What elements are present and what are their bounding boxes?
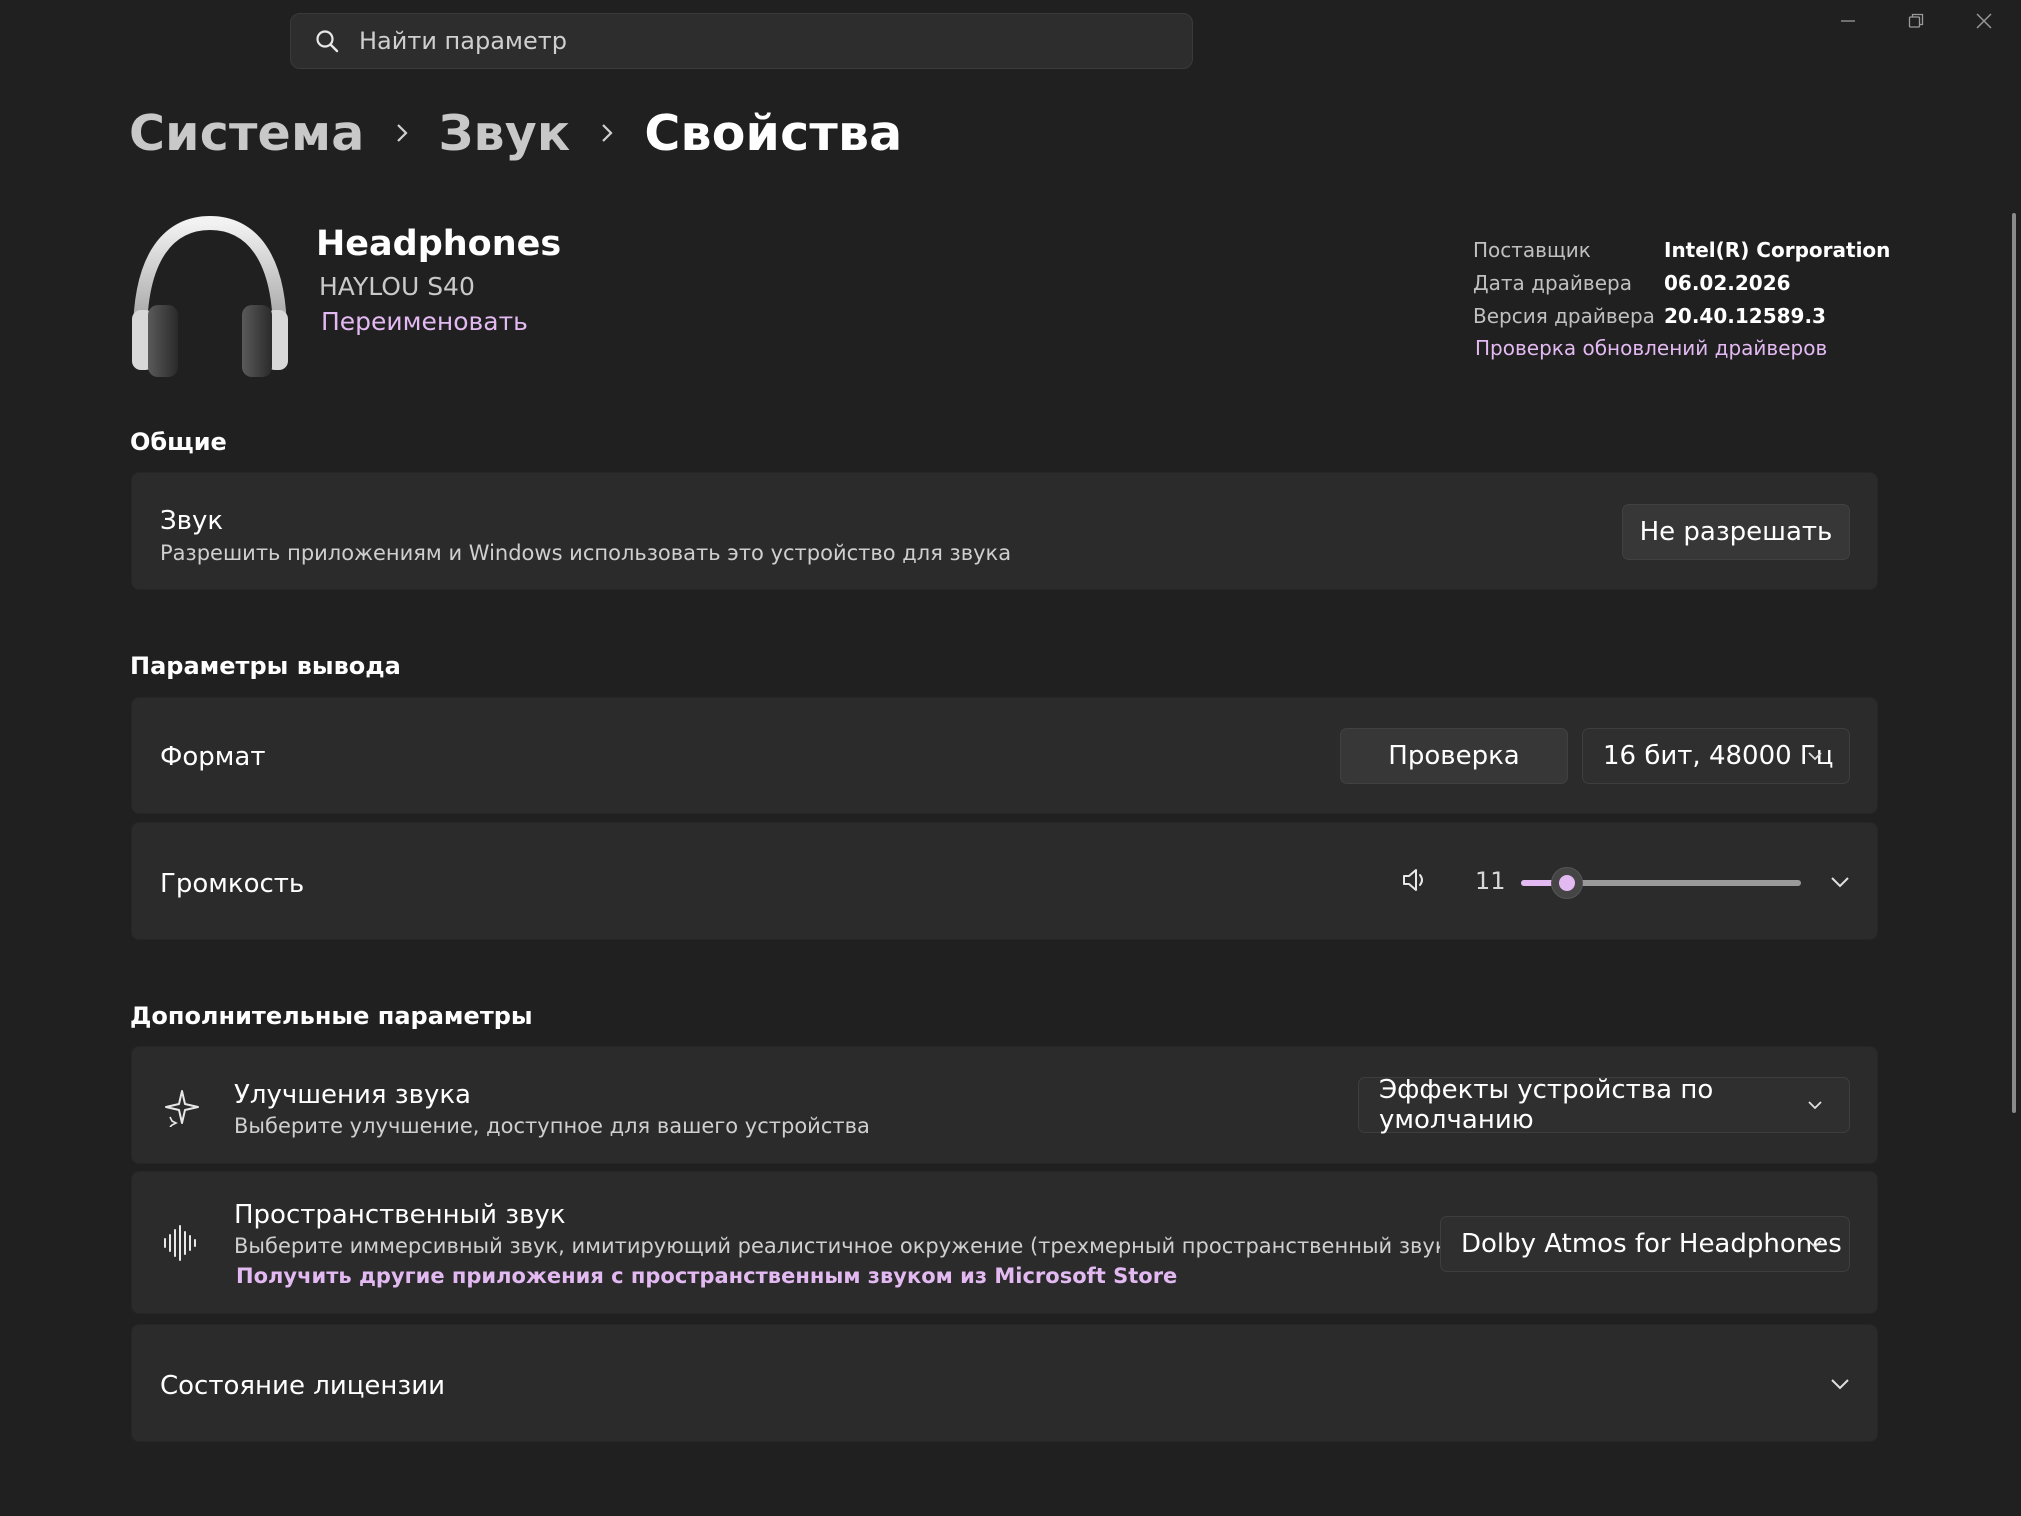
chevron-down-icon[interactable] [1824, 1368, 1856, 1400]
device-model: HAYLOU S40 [319, 272, 475, 301]
sound-access-title: Звук [160, 506, 224, 536]
sparkle-icon [162, 1087, 202, 1131]
minimize-icon [1840, 13, 1856, 33]
sound-access-description: Разрешить приложениям и Windows использо… [160, 541, 1012, 565]
search-input[interactable]: Найти параметр [359, 27, 567, 55]
driver-value: 06.02.2026 [1664, 270, 1791, 295]
page-title: Свойства [644, 104, 903, 162]
format-title: Формат [160, 742, 266, 772]
spatial-sound-dropdown[interactable]: Dolby Atmos for Headphones [1440, 1216, 1850, 1272]
spatial-sound-description: Выберите иммерсивный звук, имитирующий р… [234, 1234, 1456, 1258]
enhancements-title: Улучшения звука [234, 1080, 471, 1110]
restore-button[interactable] [1886, 8, 1946, 38]
section-title-advanced: Дополнительные параметры [130, 1002, 533, 1030]
volume-slider-thumb[interactable] [1551, 867, 1583, 899]
scrollbar[interactable] [2012, 213, 2016, 1113]
license-status-card[interactable]: Состояние лицензии [131, 1324, 1878, 1442]
disallow-button[interactable]: Не разрешать [1622, 504, 1850, 560]
spatial-sound-card: Пространственный звук Выберите иммерсивн… [131, 1171, 1878, 1314]
device-name: Headphones [316, 224, 562, 264]
enhancements-description: Выберите улучшение, доступное для вашего… [234, 1114, 870, 1138]
test-button[interactable]: Проверка [1340, 728, 1568, 784]
chevron-down-icon[interactable] [1824, 866, 1856, 898]
driver-row-vendor: Поставщик Intel(R) Corporation [1473, 233, 1890, 266]
spatial-sound-dropdown-value: Dolby Atmos for Headphones [1461, 1229, 1842, 1259]
close-button[interactable] [1954, 8, 2014, 38]
section-title-general: Общие [130, 428, 227, 456]
chevron-right-icon [365, 122, 439, 144]
volume-value: 11 [1475, 867, 1506, 895]
breadcrumb-system[interactable]: Система [129, 105, 365, 162]
chevron-down-icon [1805, 746, 1825, 766]
volume-title: Громкость [160, 869, 305, 899]
section-title-output: Параметры вывода [130, 652, 401, 680]
format-dropdown[interactable]: 16 бит, 48000 Гц [1582, 728, 1850, 784]
enhancements-dropdown[interactable]: Эффекты устройства по умолчанию [1358, 1075, 1850, 1135]
minimize-button[interactable] [1818, 8, 1878, 38]
search-box[interactable]: Найти параметр [290, 13, 1193, 69]
chevron-down-icon [1805, 1234, 1825, 1254]
license-status-title: Состояние лицензии [160, 1371, 446, 1401]
format-dropdown-value: 16 бит, 48000 Гц [1603, 741, 1834, 771]
driver-row-date: Дата драйвера 06.02.2026 [1473, 266, 1890, 299]
check-driver-updates-link[interactable]: Проверка обновлений драйверов [1475, 336, 1890, 360]
rename-link[interactable]: Переименовать [321, 307, 528, 336]
speaker-icon[interactable] [1400, 865, 1430, 899]
chevron-down-icon [1805, 1095, 1825, 1115]
sound-access-card: Звук Разрешить приложениям и Windows исп… [131, 472, 1878, 590]
chevron-right-icon [570, 122, 644, 144]
driver-value: Intel(R) Corporation [1664, 237, 1891, 262]
volume-slider[interactable] [1521, 867, 1801, 899]
sound-wave-icon [162, 1225, 200, 1265]
microsoft-store-link[interactable]: Получить другие приложения с пространств… [236, 1264, 1177, 1288]
spatial-sound-title: Пространственный звук [234, 1200, 566, 1230]
format-card: Формат Проверка 16 бит, 48000 Гц [131, 697, 1878, 814]
driver-row-version: Версия драйвера 20.40.12589.3 [1473, 299, 1890, 332]
headphones-icon [130, 215, 290, 380]
driver-info: Поставщик Intel(R) Corporation Дата драй… [1473, 233, 1890, 361]
enhancements-dropdown-value: Эффекты устройства по умолчанию [1379, 1075, 1714, 1135]
close-icon [1976, 13, 1992, 33]
breadcrumb-sound[interactable]: Звук [439, 105, 571, 162]
restore-icon [1908, 13, 1924, 33]
driver-label: Дата драйвера [1473, 270, 1632, 295]
driver-label: Версия драйвера [1473, 303, 1655, 328]
breadcrumb: Система Звук Свойства [129, 98, 902, 168]
driver-label: Поставщик [1473, 237, 1591, 262]
search-icon [313, 27, 341, 55]
enhancements-card: Улучшения звука Выберите улучшение, дост… [131, 1046, 1878, 1164]
driver-value: 20.40.12589.3 [1664, 303, 1826, 328]
